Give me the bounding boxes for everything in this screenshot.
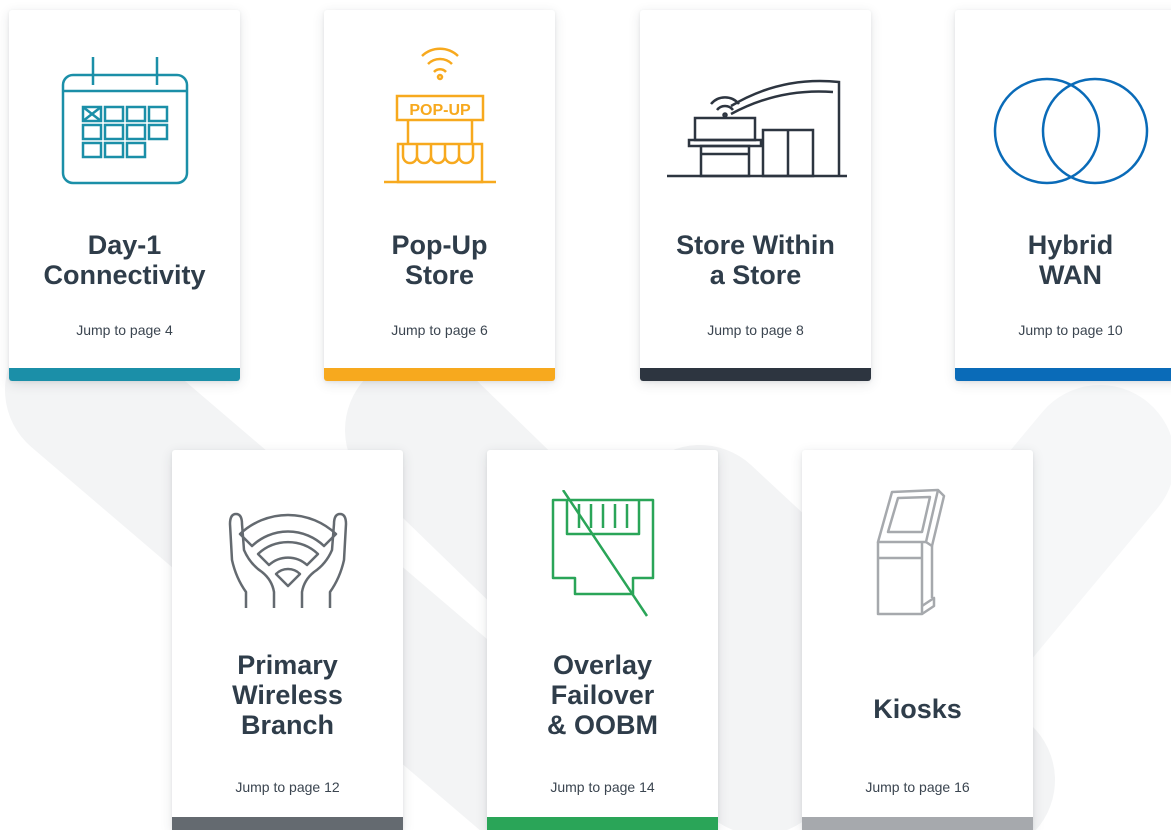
card-icon-area xyxy=(802,450,1033,660)
jump-link[interactable]: Jump to page 14 xyxy=(487,779,718,795)
card-title: Overlay Failover & OOBM xyxy=(547,650,658,740)
jump-link[interactable]: Jump to page 16 xyxy=(802,779,1033,795)
card-icon-area: POP-UP xyxy=(324,10,555,220)
jump-link[interactable]: Jump to page 12 xyxy=(172,779,403,795)
accent-bar xyxy=(640,368,871,381)
accent-bar xyxy=(9,368,240,381)
card-title: Day-1 Connectivity xyxy=(43,230,206,290)
wifi-hands-icon xyxy=(228,512,347,608)
jump-link[interactable]: Jump to page 8 xyxy=(640,322,871,338)
accent-bar xyxy=(487,817,718,830)
pop-up-store-icon: POP-UP xyxy=(383,47,496,184)
accent-bar xyxy=(172,817,403,830)
card-title: Kiosks xyxy=(873,694,962,724)
card-icon-area xyxy=(172,450,403,660)
accent-bar xyxy=(324,368,555,381)
card-title: Primary Wireless Branch xyxy=(232,650,343,740)
card-kiosks[interactable]: Kiosks Jump to page 16 xyxy=(802,450,1033,830)
card-hybrid-wan[interactable]: Hybrid WAN Jump to page 10 xyxy=(955,10,1171,381)
card-title: Hybrid WAN xyxy=(1027,230,1114,290)
kiosk-icon xyxy=(876,488,945,616)
card-overlay-failover-oobm[interactable]: Overlay Failover & OOBM Jump to page 14 xyxy=(487,450,718,830)
card-icon-area xyxy=(9,10,240,220)
accent-bar xyxy=(802,817,1033,830)
jump-link[interactable]: Jump to page 4 xyxy=(9,322,240,338)
store-within-store-icon xyxy=(666,79,847,178)
card-title: Pop-Up Store xyxy=(391,230,488,290)
card-icon-area xyxy=(640,10,871,220)
card-primary-wireless-branch[interactable]: Primary Wireless Branch Jump to page 12 xyxy=(172,450,403,830)
calendar-icon xyxy=(61,57,188,185)
pop-up-sign-text: POP-UP xyxy=(409,102,471,119)
accent-bar xyxy=(955,368,1171,381)
card-day-1-connectivity[interactable]: Day-1 Connectivity Jump to page 4 xyxy=(9,10,240,381)
jump-link[interactable]: Jump to page 6 xyxy=(324,322,555,338)
card-title: Store Within a Store xyxy=(676,230,835,290)
card-icon-area xyxy=(487,450,718,660)
card-pop-up-store[interactable]: POP-UP Pop-Up Store Jump to page 6 xyxy=(324,10,555,381)
card-store-within-a-store[interactable]: Store Within a Store Jump to page 8 xyxy=(640,10,871,381)
jump-link[interactable]: Jump to page 10 xyxy=(955,322,1171,338)
card-icon-area xyxy=(955,10,1171,220)
ethernet-port-crossed-icon xyxy=(551,490,654,617)
overlapping-circles-icon xyxy=(993,77,1148,185)
